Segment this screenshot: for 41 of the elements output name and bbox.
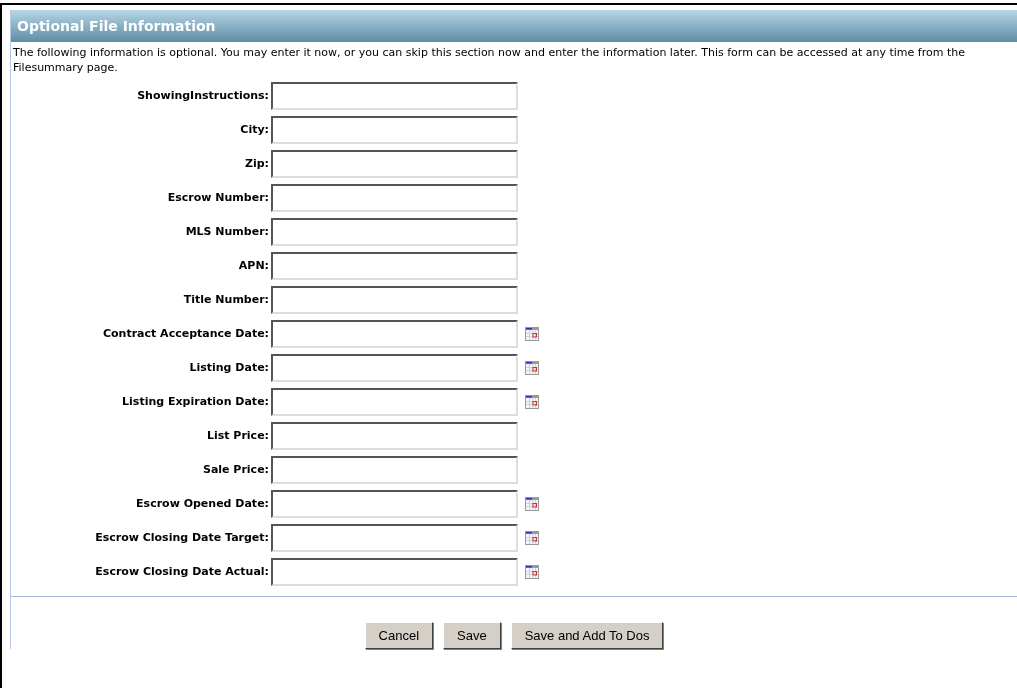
input-field[interactable] <box>271 388 518 416</box>
save-and-add-button[interactable]: Save and Add To Dos <box>510 622 664 649</box>
input-field[interactable] <box>271 456 518 484</box>
field-label: Escrow Closing Date Target: <box>94 529 270 546</box>
field-label: ShowingInstructions: <box>136 87 270 104</box>
section-header: Optional File Information <box>11 10 1017 42</box>
field-label: Zip: <box>243 155 270 172</box>
calendar-icon[interactable] <box>525 531 539 545</box>
save-button[interactable]: Save <box>443 622 501 649</box>
field-label: City: <box>239 121 270 138</box>
field-label: Listing Date: <box>188 359 270 376</box>
input-field[interactable] <box>271 558 518 586</box>
field-label: Escrow Closing Date Actual: <box>94 563 270 580</box>
field-label: Listing Expiration Date: <box>121 393 270 410</box>
field-label: Escrow Opened Date: <box>135 495 270 512</box>
input-field[interactable] <box>271 218 518 246</box>
field-label: Contract Acceptance Date: <box>101 325 270 342</box>
field-label: Sale Price: <box>201 461 270 478</box>
input-field[interactable] <box>271 524 518 552</box>
input-field[interactable] <box>271 116 518 144</box>
input-field[interactable] <box>271 184 518 212</box>
field-label: Title Number: <box>182 291 270 308</box>
input-field[interactable] <box>271 490 518 518</box>
field-label: List Price: <box>205 427 270 444</box>
field-label: Escrow Number: <box>166 189 270 206</box>
calendar-icon[interactable] <box>525 497 539 511</box>
calendar-icon[interactable] <box>525 565 539 579</box>
input-field[interactable] <box>271 320 518 348</box>
input-field[interactable] <box>271 252 518 280</box>
calendar-icon[interactable] <box>525 395 539 409</box>
input-field[interactable] <box>271 286 518 314</box>
input-field[interactable] <box>271 422 518 450</box>
calendar-icon[interactable] <box>525 361 539 375</box>
input-field[interactable] <box>271 82 518 110</box>
field-label: MLS Number: <box>184 223 270 240</box>
input-field[interactable] <box>271 354 518 382</box>
input-field[interactable] <box>271 150 518 178</box>
field-label: APN: <box>237 257 270 274</box>
description-text: The following information is optional. You may enter it now, or you can skip this section now and enter the information later. This form can be accessed at any time from the Filesummary page. <box>12 45 966 75</box>
calendar-icon[interactable] <box>525 327 539 341</box>
cancel-button[interactable]: Cancel <box>364 622 433 649</box>
